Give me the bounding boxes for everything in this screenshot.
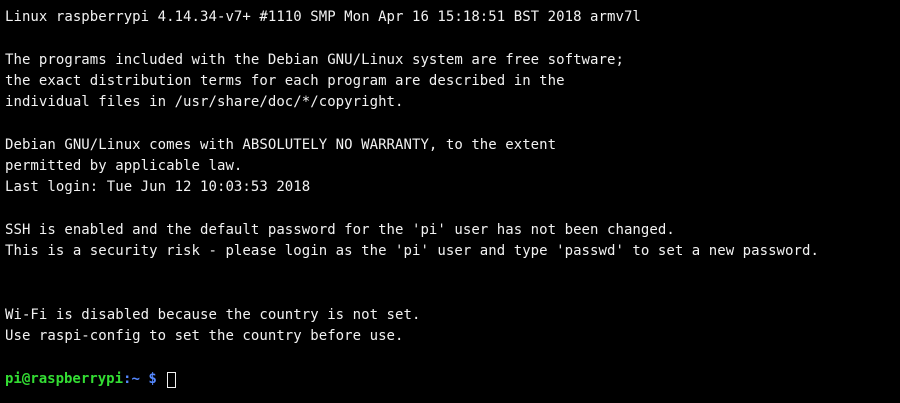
prompt-symbol: $	[139, 371, 166, 388]
text-cursor[interactable]	[167, 371, 177, 388]
motd-line: the exact distribution terms for each pr…	[5, 72, 565, 89]
ssh-warning-line: SSH is enabled and the default password …	[5, 221, 675, 238]
ssh-warning-line: This is a security risk - please login a…	[5, 243, 819, 260]
warranty-line: Debian GNU/Linux comes with ABSOLUTELY N…	[5, 136, 557, 153]
terminal-window[interactable]: Linux raspberrypi 4.14.34-v7+ #1110 SMP …	[0, 0, 900, 403]
prompt-separator: :	[123, 371, 132, 388]
last-login-line: Last login: Tue Jun 12 10:03:53 2018	[5, 179, 311, 196]
wifi-warning-line: Use raspi-config to set the country befo…	[5, 328, 404, 345]
motd-line: The programs included with the Debian GN…	[5, 51, 624, 68]
wifi-warning-line: Wi-Fi is disabled because the country is…	[5, 307, 421, 324]
kernel-info-line: Linux raspberrypi 4.14.34-v7+ #1110 SMP …	[5, 9, 641, 25]
shell-prompt[interactable]: pi@raspberrypi: ~ $	[5, 369, 900, 390]
prompt-user-host: pi@raspberrypi	[5, 371, 124, 388]
warranty-line: permitted by applicable law.	[5, 158, 243, 175]
motd-line: individual files in /usr/share/doc/*/cop…	[5, 94, 404, 111]
prompt-path: ~	[131, 371, 140, 388]
